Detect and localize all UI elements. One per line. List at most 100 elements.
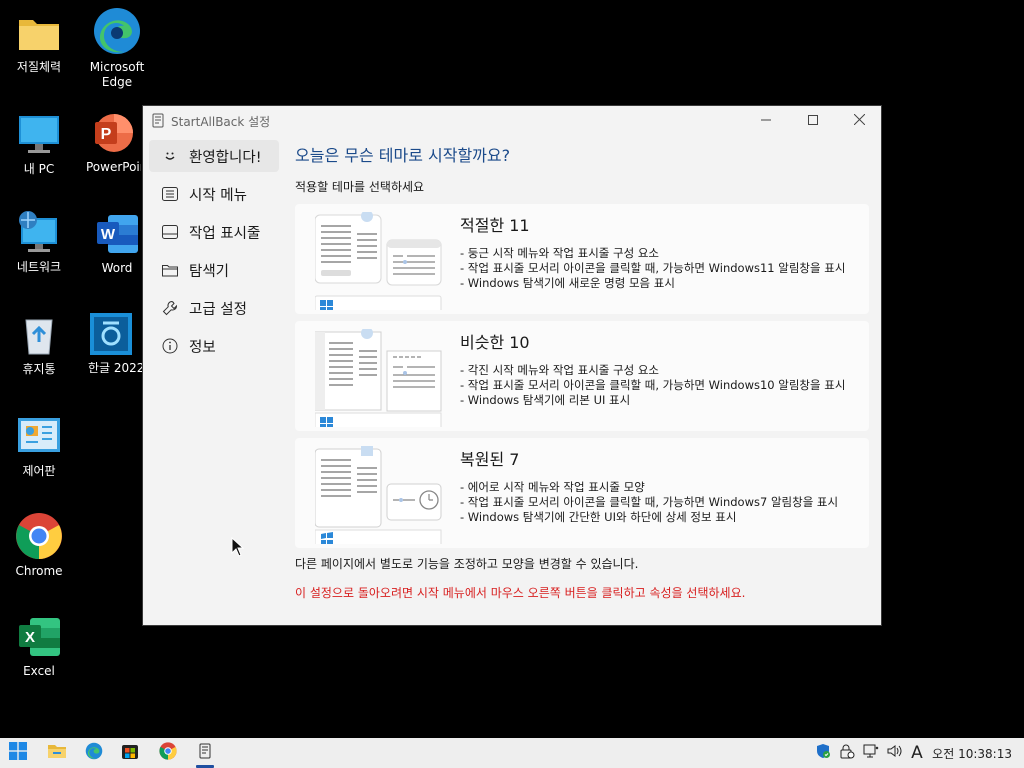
windows-start-icon	[9, 742, 27, 764]
sidebar-item-label: 고급 설정	[189, 301, 247, 318]
clock-time: 10:38:13	[958, 747, 1012, 761]
title-bar[interactable]: StartAllBack 설정	[143, 106, 881, 135]
theme-feature: - 둥근 시작 메뉴와 작업 표시줄 구성 요소	[460, 246, 660, 260]
powerpoint-icon: P	[87, 110, 133, 156]
desktop-icon-powerpoint[interactable]: P PowerPoint	[79, 110, 141, 175]
folder-icon	[161, 261, 179, 279]
maximize-button[interactable]	[790, 106, 836, 135]
shield-icon	[815, 743, 831, 763]
hangul-icon	[88, 311, 134, 357]
network-icon	[16, 210, 62, 256]
theme-card-7[interactable]: 복원된 7 - 에어로 시작 메뉴와 작업 표시줄 모양 - 작업 표시줄 모서…	[295, 438, 869, 548]
close-button[interactable]	[836, 106, 882, 135]
theme-preview-11	[314, 210, 443, 314]
sidebar-item-label: 시작 메뉴	[189, 187, 247, 204]
close-icon	[853, 113, 865, 128]
desktop-icon-control-panel[interactable]: 제어판	[1, 414, 77, 479]
sidebar-item-start-menu[interactable]: 시작 메뉴	[149, 178, 279, 210]
desktop-icon-chrome[interactable]: Chrome	[1, 512, 77, 579]
page-title: 오늘은 무슨 테마로 시작할까요?	[295, 146, 511, 165]
folder-icon	[16, 10, 62, 56]
word-icon: W	[94, 211, 140, 257]
theme-card-11[interactable]: 적절한 11 - 둥근 시작 메뉴와 작업 표시줄 구성 요소 - 작업 표시줄…	[295, 204, 869, 314]
desktop-icon-edge[interactable]: Microsoft Edge	[79, 6, 155, 90]
theme-feature: - 작업 표시줄 모서리 아이콘을 클릭할 때, 가능하면 Windows7 알…	[460, 495, 839, 509]
footer-note: 다른 페이지에서 별도로 기능을 조정하고 모양을 변경할 수 있습니다.	[295, 557, 639, 571]
desktop-icon-label: Chrome	[15, 564, 63, 578]
page-subtitle: 적용할 테마를 선택하세요	[295, 180, 425, 194]
desktop-icon-label: Microsoft Edge	[89, 60, 145, 89]
desktop-icon-label: Excel	[23, 664, 55, 678]
desktop-icon-label: 제어판	[22, 464, 56, 478]
theme-preview-10	[314, 327, 443, 431]
tray-defender[interactable]	[814, 744, 832, 762]
desktop-icon-label: 저질체력	[16, 60, 62, 74]
tray-network[interactable]	[862, 744, 880, 762]
svg-text:P: P	[101, 126, 112, 143]
startallback-app-icon	[152, 113, 164, 131]
theme-feature: - 작업 표시줄 모서리 아이콘을 클릭할 때, 가능하면 Windows11 …	[460, 261, 846, 275]
theme-card-10[interactable]: 비슷한 10 - 각진 시작 메뉴와 작업 표시줄 구성 요소 - 작업 표시줄…	[295, 321, 869, 431]
svg-text:X: X	[25, 629, 35, 646]
desktop-icon-excel[interactable]: X Excel	[1, 614, 77, 679]
sidebar-item-taskbar[interactable]: 작업 표시줄	[149, 216, 279, 248]
sidebar-item-welcome[interactable]: 환영합니다!	[149, 140, 279, 172]
main-content: 오늘은 무슨 테마로 시작할까요? 적용할 테마를 선택하세요 적절한 11 -…	[295, 142, 869, 601]
clock[interactable]: 오전 10:38:13	[932, 745, 1012, 762]
wrench-icon	[161, 299, 179, 317]
sidebar-item-about[interactable]: 정보	[149, 330, 279, 362]
desktop-icon-label: 휴지통	[22, 362, 56, 376]
taskbar-store[interactable]	[119, 742, 141, 764]
theme-title: 비슷한 10	[460, 333, 530, 352]
start-button[interactable]	[7, 742, 29, 764]
network-status-icon	[863, 743, 879, 763]
desktop-icon-label: 한글 2022	[88, 361, 143, 375]
tray-security[interactable]	[838, 744, 856, 762]
theme-preview-7	[314, 444, 443, 548]
desktop-icon-recycle-bin[interactable]: 휴지통	[1, 312, 77, 377]
minimize-icon	[761, 114, 771, 128]
theme-feature: - Windows 탐색기에 새로운 명령 모음 표시	[460, 276, 675, 290]
taskbar-file-explorer[interactable]	[46, 742, 68, 764]
sidebar-item-label: 탐색기	[189, 263, 230, 280]
taskbar: A 오전 10:38:13	[0, 738, 1024, 768]
desktop-icon-folder[interactable]: 저질체력	[1, 10, 77, 75]
maximize-icon	[808, 114, 818, 128]
chrome-icon	[15, 512, 63, 560]
sidebar-item-label: 정보	[189, 339, 216, 356]
sidebar-item-label: 작업 표시줄	[189, 225, 261, 242]
edge-icon	[92, 6, 142, 56]
smile-icon	[161, 147, 179, 165]
theme-title: 적절한 11	[460, 216, 530, 235]
desktop-icon-hangul[interactable]: 한글 2022	[79, 311, 143, 376]
theme-features: - 둥근 시작 메뉴와 작업 표시줄 구성 요소 - 작업 표시줄 모서리 아이…	[460, 246, 845, 291]
svg-text:W: W	[101, 226, 116, 243]
taskbar-edge[interactable]	[83, 742, 105, 764]
sidebar-item-explorer[interactable]: 탐색기	[149, 254, 279, 286]
file-explorer-icon	[48, 743, 66, 763]
chrome-icon	[159, 742, 177, 764]
taskbar-chrome[interactable]	[157, 742, 179, 764]
settings-window: StartAllBack 설정 환영합니다! 시작 메뉴 작업 표시줄 탐색기	[142, 105, 882, 626]
sidebar-item-advanced[interactable]: 고급 설정	[149, 292, 279, 324]
store-icon	[121, 742, 139, 764]
startallback-icon	[199, 743, 211, 763]
theme-feature: - 작업 표시줄 모서리 아이콘을 클릭할 때, 가능하면 Windows10 …	[460, 378, 846, 392]
theme-feature: - 각진 시작 메뉴와 작업 표시줄 구성 요소	[460, 363, 660, 377]
minimize-button[interactable]	[743, 106, 789, 135]
edge-icon	[85, 742, 103, 764]
ime-indicator[interactable]: A	[908, 743, 926, 763]
taskbar-startallback[interactable]	[194, 742, 216, 764]
control-panel-icon	[16, 414, 62, 460]
desktop-icon-label: PowerPoint	[86, 160, 141, 174]
desktop-icon-my-pc[interactable]: 내 PC	[1, 112, 77, 177]
theme-features: - 에어로 시작 메뉴와 작업 표시줄 모양 - 작업 표시줄 모서리 아이콘을…	[460, 480, 838, 525]
start-menu-icon	[161, 185, 179, 203]
monitor-icon	[16, 112, 62, 158]
recycle-bin-icon	[16, 312, 62, 358]
speaker-icon	[886, 743, 902, 763]
footer-warning: 이 설정으로 돌아오려면 시작 메뉴에서 마우스 오른쪽 버튼을 클릭하고 속성…	[295, 586, 746, 600]
desktop-icon-network[interactable]: 네트워크	[1, 210, 77, 275]
theme-title: 복원된 7	[460, 450, 520, 469]
tray-volume[interactable]	[885, 744, 903, 762]
